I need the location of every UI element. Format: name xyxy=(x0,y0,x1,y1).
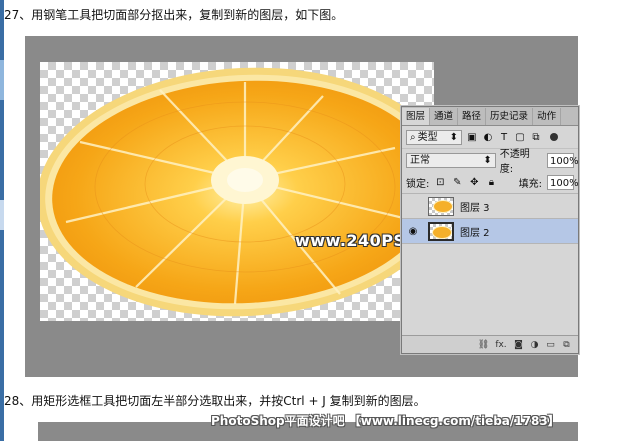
blend-mode-select[interactable]: 正常 ⬍ xyxy=(406,152,496,168)
layer-thumbnail xyxy=(428,196,454,216)
lock-all-icon[interactable]: 🔒︎ xyxy=(485,176,497,188)
pixel-filter-icon[interactable]: ▣ xyxy=(466,131,478,143)
lock-transparent-icon[interactable]: ⊡ xyxy=(434,176,446,188)
tab-channels[interactable]: 通道 xyxy=(430,108,459,125)
tab-actions[interactable]: 动作 xyxy=(533,108,562,125)
tab-paths[interactable]: 路径 xyxy=(458,108,487,125)
filter-type-select[interactable]: ⌕ 类型 ⬍ xyxy=(406,129,462,145)
document-canvas xyxy=(40,62,434,321)
orange-slice-image xyxy=(40,67,434,317)
layer-filter-row: ⌕ 类型 ⬍ ▣ ◐ T ▢ ⧉ xyxy=(402,126,578,149)
layers-empty-area xyxy=(402,244,578,345)
folder-icon[interactable]: ▭ xyxy=(545,339,556,350)
type-filter-icon[interactable]: T xyxy=(498,131,510,143)
blend-opacity-row: 正常 ⬍ 不透明度: 100% xyxy=(402,149,579,175)
adjustment-filter-icon[interactable]: ◐ xyxy=(482,131,494,143)
forum-watermark: PhotoShop平面设计吧 【www.linecg.com/tieba/178… xyxy=(211,414,560,428)
chevron-updown-icon: ⬍ xyxy=(449,131,458,143)
step-27-caption: 27、用钢笔工具把切面部分抠出来，复制到新的图层，如下图。 xyxy=(4,8,344,22)
layer-name[interactable]: 图层 2 xyxy=(460,224,490,239)
filter-toggle-icon[interactable] xyxy=(550,133,558,141)
fx-icon[interactable]: fx. xyxy=(494,339,508,350)
eye-icon[interactable]: ◉ xyxy=(402,226,424,237)
layer-row-selected[interactable]: ◉ 图层 2 xyxy=(402,219,578,244)
chevron-updown-icon: ⬍ xyxy=(483,154,492,166)
opacity-input[interactable]: 100% xyxy=(547,152,579,168)
smart-object-filter-icon[interactable]: ⧉ xyxy=(530,131,542,143)
tab-history[interactable]: 历史记录 xyxy=(486,108,534,125)
layers-panel: 图层 通道 路径 历史记录 动作 ⌕ 类型 ⬍ ▣ ◐ T ▢ ⧉ 正常 ⬍ 不… xyxy=(401,106,579,354)
mask-icon[interactable]: ◙ xyxy=(513,339,524,350)
lock-label: 锁定: xyxy=(406,178,430,190)
step-28-caption: 28、用矩形选框工具把切面左半部分选取出来，并按Ctrl + J 复制到新的图层… xyxy=(4,394,426,408)
layer-thumbnail xyxy=(428,221,454,241)
new-layer-icon[interactable]: ⧉ xyxy=(561,339,572,350)
tab-layers[interactable]: 图层 xyxy=(402,108,431,125)
fill-label: 填充: xyxy=(518,178,542,190)
lock-move-icon[interactable]: ✥ xyxy=(468,176,480,188)
left-edge-strip xyxy=(0,0,4,441)
layer-name[interactable]: 图层 3 xyxy=(460,199,490,214)
blend-mode-value: 正常 xyxy=(410,154,430,166)
filter-type-label: 类型 xyxy=(417,131,438,143)
opacity-label: 不透明度: xyxy=(499,149,530,175)
panel-bottom-bar: ⛓ fx. ◙ ◑ ▭ ⧉ xyxy=(402,335,578,353)
lock-paint-icon[interactable]: ✎ xyxy=(451,176,463,188)
layer-row[interactable]: 图层 3 xyxy=(402,194,578,219)
panel-tabs: 图层 通道 路径 历史记录 动作 xyxy=(402,107,578,126)
adjustment-icon[interactable]: ◑ xyxy=(529,339,540,350)
link-icon[interactable]: ⛓ xyxy=(478,339,489,350)
photoshop-screenshot: www.240PS.com 图层 通道 路径 历史记录 动作 ⌕ 类型 ⬍ ▣ … xyxy=(25,36,579,377)
shape-filter-icon[interactable]: ▢ xyxy=(514,131,526,143)
fill-input[interactable]: 100% xyxy=(547,174,579,190)
lock-fill-row: 锁定: ⊡ ✎ ✥ 🔒︎ 填充: 100% xyxy=(402,171,579,194)
search-icon: ⌕ xyxy=(410,131,416,143)
